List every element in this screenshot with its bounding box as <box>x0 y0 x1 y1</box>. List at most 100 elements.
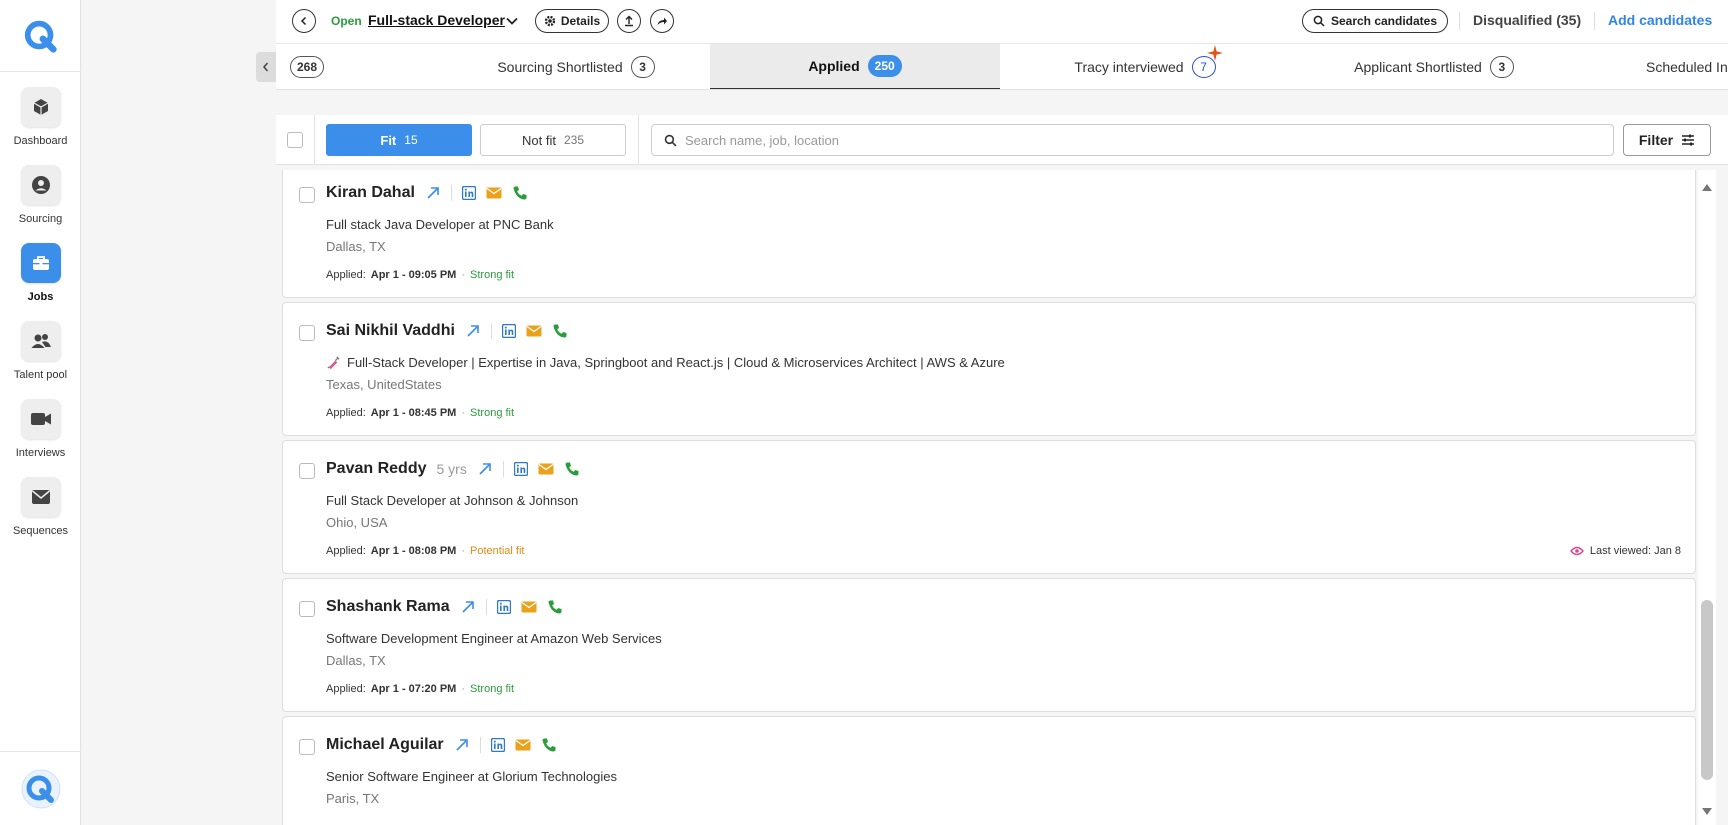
divider <box>450 185 452 201</box>
tab-tracy-interviewed[interactable]: Tracy interviewed 7 <box>1000 44 1290 89</box>
filter-button[interactable]: Filter <box>1623 124 1711 156</box>
fit-badge: Strong fit <box>470 683 515 695</box>
external-link-icon[interactable] <box>477 461 493 477</box>
tab-stage-all[interactable]: 268 <box>282 44 332 89</box>
not-fit-toggle[interactable]: Not fit 235 <box>480 124 626 156</box>
scrollbar-thumb[interactable] <box>1701 600 1713 780</box>
phone-icon[interactable] <box>541 737 557 753</box>
candidate-card[interactable]: Pavan Reddy 5 yrs Full Stack Developer a… <box>282 440 1696 574</box>
nav-item-talent-pool[interactable]: Talent pool <box>0 321 81 381</box>
logo-icon <box>24 20 57 53</box>
candidate-location: Dallas, TX <box>326 239 386 254</box>
applied-datetime: Apr 1 - 08:45 PM <box>370 407 457 419</box>
external-link-icon[interactable] <box>454 737 470 753</box>
linkedin-icon[interactable] <box>490 738 505 752</box>
candidate-checkbox[interactable] <box>299 601 315 617</box>
candidate-name[interactable]: Shashank Rama <box>326 598 450 616</box>
candidate-card[interactable]: Shashank Rama Software Development Engin… <box>282 578 1696 712</box>
applied-info: Applied: Apr 1 - 08:45 PM · Strong fit <box>326 407 514 419</box>
candidate-headline: Full-Stack Developer | Expertise in Java… <box>326 355 1005 370</box>
separator-dot: · <box>461 407 466 419</box>
applied-datetime: Apr 1 - 09:05 PM <box>370 269 457 281</box>
candidate-name[interactable]: Sai Nikhil Vaddhi <box>326 322 455 340</box>
last-viewed-text: Last viewed: Jan 8 <box>1589 545 1681 557</box>
candidate-checkbox[interactable] <box>299 739 315 755</box>
scroll-down-arrow-icon[interactable] <box>1701 807 1713 817</box>
candidate-list: Kiran Dahal Full stack Java Developer at… <box>276 170 1698 825</box>
fit-toggle[interactable]: Fit 15 <box>326 124 472 156</box>
candidate-location: Dallas, TX <box>326 653 386 668</box>
tab-applicant-shortlisted[interactable]: Applicant Shortlisted 3 <box>1289 44 1579 89</box>
candidate-headline: Senior Software Engineer at Glorium Tech… <box>326 769 617 784</box>
upload-button[interactable] <box>617 9 641 33</box>
candidate-checkbox[interactable] <box>299 325 315 341</box>
stage-label: Sourcing Shortlisted <box>497 59 623 75</box>
job-title[interactable]: Full-stack Developer <box>368 12 505 28</box>
tab-applied[interactable]: Applied 250 <box>710 44 1000 89</box>
briefcase-icon <box>20 243 61 283</box>
fit-label: Fit <box>380 132 397 148</box>
search-candidates-button[interactable]: Search candidates <box>1302 9 1448 33</box>
linkedin-icon[interactable] <box>461 186 476 200</box>
linkedin-icon[interactable] <box>501 324 516 338</box>
candidate-checkbox[interactable] <box>299 463 315 479</box>
candidate-card[interactable]: Michael Aguilar Senior Software Engineer… <box>282 716 1696 825</box>
candidate-name[interactable]: Michael Aguilar <box>326 736 444 754</box>
details-button[interactable]: Details <box>535 9 609 33</box>
select-all-checkbox[interactable] <box>287 132 303 148</box>
phone-icon[interactable] <box>512 185 528 201</box>
filter-bar: Fit 15 Not fit 235 Filter <box>276 115 1728 165</box>
collapse-stages-button[interactable] <box>256 52 276 82</box>
candidate-name[interactable]: Pavan Reddy <box>326 460 426 478</box>
email-icon[interactable] <box>526 325 542 337</box>
candidate-card[interactable]: Kiran Dahal Full stack Java Developer at… <box>282 170 1696 298</box>
disqualified-link[interactable]: Disqualified (35) <box>1473 12 1581 28</box>
nav-item-sequences[interactable]: Sequences <box>0 477 81 537</box>
search-icon <box>664 134 677 146</box>
divider <box>314 115 315 165</box>
candidate-checkbox[interactable] <box>299 187 315 203</box>
last-viewed: Last viewed: Jan 8 <box>1569 545 1681 557</box>
app-logo[interactable] <box>0 0 81 72</box>
nav-item-sourcing[interactable]: Sourcing <box>0 165 81 225</box>
tab-scheduled-interview[interactable]: Scheduled In <box>1646 44 1728 89</box>
phone-icon[interactable] <box>564 461 580 477</box>
phone-icon[interactable] <box>552 323 568 339</box>
nav-item-dashboard[interactable]: Dashboard <box>0 87 81 147</box>
nav-item-interviews[interactable]: Interviews <box>0 399 81 459</box>
chevron-left-icon <box>300 16 307 26</box>
scroll-up-arrow-icon[interactable] <box>1701 182 1713 192</box>
email-icon[interactable] <box>521 601 537 613</box>
applied-info: Applied: Apr 1 - 07:20 PM · Strong fit <box>326 683 514 695</box>
email-icon[interactable] <box>486 187 502 199</box>
applied-label: Applied: <box>326 683 366 695</box>
phone-icon[interactable] <box>547 599 563 615</box>
external-link-icon[interactable] <box>465 323 481 339</box>
search-input[interactable] <box>685 132 1585 148</box>
tab-sourcing-shortlisted[interactable]: Sourcing Shortlisted 3 <box>426 44 726 89</box>
share-button[interactable] <box>650 9 674 33</box>
divider <box>1459 12 1460 30</box>
nav-label: Interviews <box>15 447 66 459</box>
not-fit-label: Not fit <box>522 132 556 148</box>
external-link-icon[interactable] <box>425 185 441 201</box>
linkedin-icon[interactable] <box>513 462 528 476</box>
stage-count: 268 <box>289 56 325 78</box>
back-button[interactable] <box>292 9 316 33</box>
chevron-down-icon[interactable] <box>505 14 519 28</box>
workspace-logo[interactable] <box>0 751 81 825</box>
divider <box>638 115 639 165</box>
candidate-name[interactable]: Kiran Dahal <box>326 184 415 202</box>
candidate-location: Texas, UnitedStates <box>326 377 442 392</box>
nav-item-jobs[interactable]: Jobs <box>0 243 81 303</box>
email-icon[interactable] <box>515 739 531 751</box>
external-link-icon[interactable] <box>460 599 476 615</box>
applied-datetime: Apr 1 - 08:08 PM <box>370 545 457 557</box>
candidate-card[interactable]: Sai Nikhil Vaddhi Full-Stack Developer |… <box>282 302 1696 436</box>
sparkle-icon <box>1207 45 1223 61</box>
add-candidates-link[interactable]: Add candidates <box>1608 12 1712 28</box>
email-icon[interactable] <box>538 463 554 475</box>
linkedin-icon[interactable] <box>496 600 511 614</box>
list-scrollbar[interactable] <box>1698 170 1716 825</box>
applied-label: Applied: <box>326 407 366 419</box>
